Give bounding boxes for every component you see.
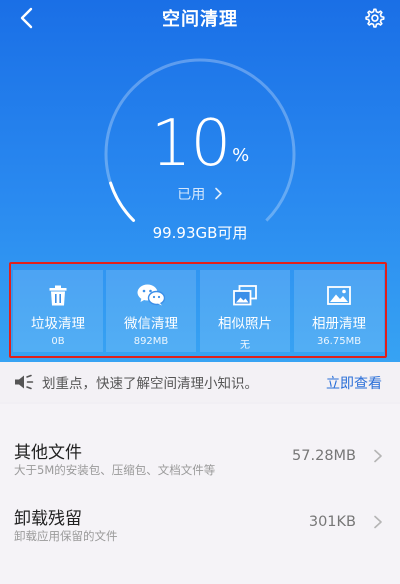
used-details-link[interactable]: 已用 (0, 184, 400, 204)
tile-wechat-clean[interactable]: 微信清理 892MB (106, 270, 196, 352)
item-title: 其他文件 (14, 443, 82, 463)
photo-stack-icon (233, 284, 257, 305)
item-size: 57.28MB (292, 448, 356, 464)
tile-value: 36.75MB (316, 336, 362, 347)
used-percent-number: 10 (150, 107, 231, 181)
chevron-right-icon (374, 515, 382, 529)
speaker-icon (15, 374, 34, 390)
file-category-list: 其他文件 大于5M的安装包、压缩包、文档文件等 57.28MB 卸载残留 卸载应… (0, 404, 400, 584)
tip-text: 划重点，快速了解空间清理小知识。 (42, 376, 258, 392)
used-label: 已用 (177, 187, 206, 203)
item-subtitle: 卸载应用保留的文件 (14, 529, 118, 543)
item-title: 卸载残留 (14, 509, 82, 529)
gear-icon (365, 8, 385, 28)
tip-bar: 划重点，快速了解空间清理小知识。 立即查看 (0, 362, 400, 402)
tile-value: 892MB (133, 336, 169, 347)
tile-label: 相册清理 (312, 316, 366, 332)
wechat-icon (137, 284, 165, 306)
tile-label: 微信清理 (124, 316, 178, 332)
chevron-right-icon (214, 187, 222, 200)
item-subtitle: 大于5M的安装包、压缩包、文档文件等 (14, 463, 216, 477)
image-icon (327, 285, 351, 305)
used-percent-readout: 10% (0, 112, 400, 178)
tile-similar-photos[interactable]: 相似照片 无 (200, 270, 290, 352)
chevron-right-icon (374, 449, 382, 463)
chevron-left-icon (20, 7, 33, 29)
back-button[interactable] (12, 4, 40, 32)
item-size: 301KB (308, 514, 356, 530)
tile-junk-clean[interactable]: 垃圾清理 0B (13, 270, 103, 352)
view-now-link[interactable]: 立即查看 (326, 373, 382, 393)
page-title: 空间清理 (162, 9, 238, 30)
top-bar: 空间清理 (0, 0, 400, 36)
tile-label: 垃圾清理 (31, 316, 85, 332)
list-item-other-files[interactable]: 其他文件 大于5M的安装包、压缩包、文档文件等 57.28MB (0, 424, 400, 484)
tile-value: 无 (240, 340, 250, 351)
tile-label: 相似照片 (218, 316, 272, 332)
list-item-uninstall-residue[interactable]: 卸载残留 卸载应用保留的文件 301KB (0, 490, 400, 550)
tile-value: 0B (51, 336, 65, 347)
available-space: 99.93GB可用 (152, 224, 248, 242)
settings-button[interactable] (360, 4, 388, 32)
used-percent-unit: % (232, 145, 250, 166)
trash-icon (49, 285, 67, 305)
tile-album-clean[interactable]: 相册清理 36.75MB (294, 270, 384, 352)
